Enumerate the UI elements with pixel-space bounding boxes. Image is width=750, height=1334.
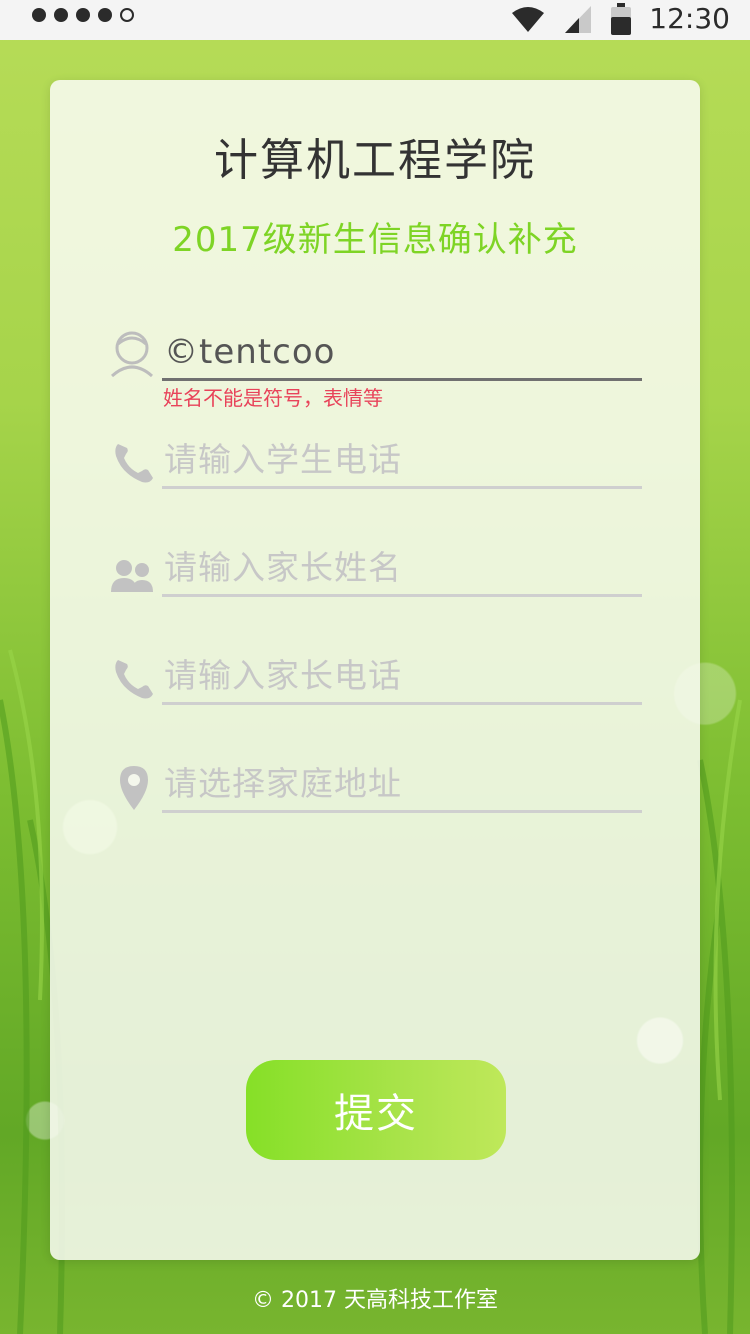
parent-phone-underline	[162, 702, 642, 705]
footer-copyright: © 2017 天高科技工作室	[252, 1288, 498, 1313]
home-address-field[interactable]: 请选择家庭地址	[110, 760, 642, 820]
signal-dots-icon	[32, 8, 134, 22]
student-phone-underline	[162, 486, 642, 489]
location-pin-icon	[120, 766, 148, 810]
parent-name-input[interactable]: 请输入家长姓名	[164, 544, 640, 592]
parent-phone-field[interactable]: 请输入家长电话	[110, 652, 642, 712]
cellular-signal-icon	[565, 5, 592, 33]
student-name-input[interactable]: ©tentcoo	[164, 328, 640, 376]
student-name-field[interactable]: ©tentcoo	[110, 328, 642, 388]
status-time: 12:30	[649, 2, 730, 35]
parent-name-field[interactable]: 请输入家长姓名	[110, 544, 642, 604]
parents-icon	[111, 560, 153, 592]
phone-icon	[115, 444, 153, 483]
page-title: 计算机工程学院	[214, 135, 536, 186]
student-name-error: 姓名不能是符号，表情等	[163, 386, 383, 410]
person-icon	[110, 331, 154, 378]
student-name-underline	[162, 378, 642, 381]
phone-icon	[115, 660, 153, 699]
status-icons: 12:30	[511, 2, 730, 35]
page-subtitle: 2017级新生信息确认补充	[172, 220, 578, 260]
parent-name-underline	[162, 594, 642, 597]
wifi-icon	[512, 6, 545, 32]
home-address-underline	[162, 810, 642, 813]
student-phone-field[interactable]: 请输入学生电话	[110, 436, 642, 496]
parent-phone-input[interactable]: 请输入家长电话	[164, 652, 640, 700]
status-bar: 12:30	[0, 0, 750, 40]
submit-button[interactable]: 提交	[246, 1060, 506, 1160]
battery-icon	[611, 2, 632, 35]
home-address-select[interactable]: 请选择家庭地址	[164, 760, 640, 808]
student-phone-input[interactable]: 请输入学生电话	[164, 436, 640, 484]
